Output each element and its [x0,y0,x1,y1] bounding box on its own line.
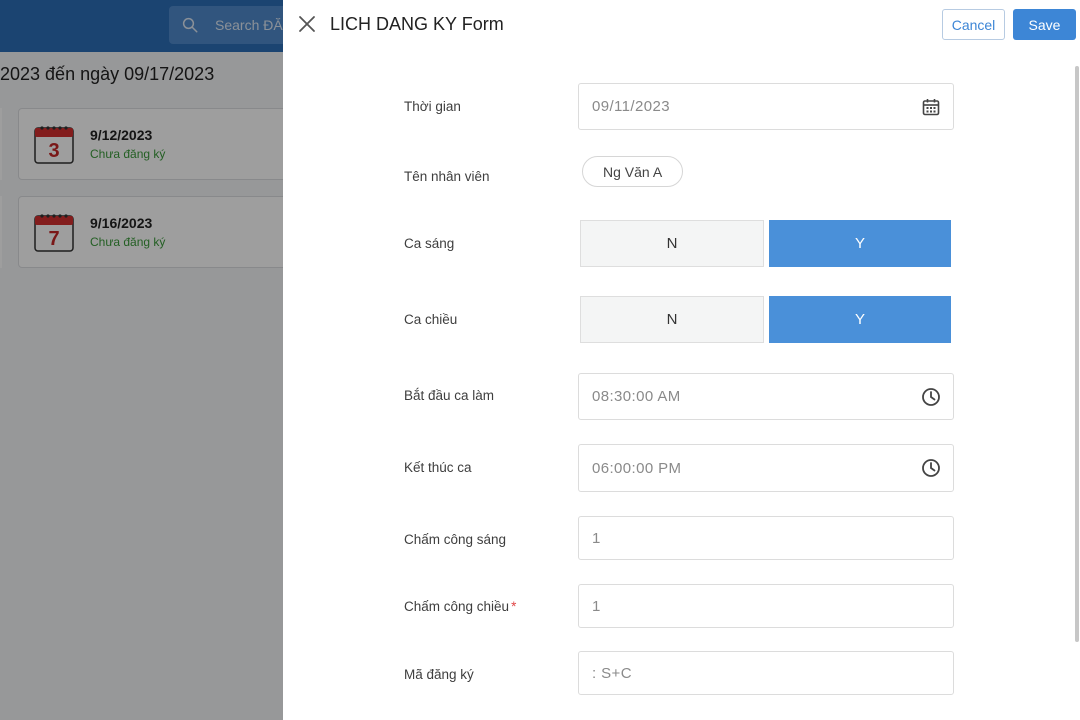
calendar-icon[interactable] [921,97,941,117]
thoi-gian-label: Thời gian [404,99,461,114]
ca-chieu-option-n[interactable]: N [580,296,764,343]
ca-chieu-label: Ca chiều [404,312,458,327]
bat-dau-ca-lam-label: Bắt đầu ca làm [404,388,495,403]
drawer-header: LICH DANG KY Form Cancel Save [283,0,1080,50]
form-title: LICH DANG KY Form [330,14,504,34]
cham-cong-chieu-input[interactable]: 1 [578,584,954,628]
ma-dang-ky-value: : S+C [592,664,632,682]
cancel-button[interactable]: Cancel [942,9,1005,40]
form-drawer: LICH DANG KY Form Cancel Save Thời gian … [283,0,1080,720]
cham-cong-chieu-label-text: Chấm công chiều [404,599,510,614]
ca-sang-label: Ca sáng [404,236,455,251]
close-icon[interactable] [296,13,318,35]
scrollbar[interactable] [1075,66,1079,642]
start-time-input[interactable]: 08:30:00 AM [578,373,954,420]
cham-cong-sang-input[interactable]: 1 [578,516,954,560]
cham-cong-sang-label: Chấm công sáng [404,532,507,547]
ca-sang-option-y[interactable]: Y [769,220,951,267]
save-button[interactable]: Save [1013,9,1076,40]
cham-cong-chieu-value: 1 [592,597,601,615]
thoi-gian-value: 09/11/2023 [592,98,670,115]
employee-chip[interactable]: Ng Văn A [582,156,684,187]
ma-dang-ky-input[interactable]: : S+C [578,651,954,695]
end-time-input[interactable]: 06:00:00 PM [578,444,954,492]
required-mark: * [511,599,517,614]
end-time-value: 06:00:00 PM [592,459,682,477]
cham-cong-chieu-label: Chấm công chiều * [404,599,516,614]
ca-sang-option-n[interactable]: N [580,220,764,267]
ca-chieu-option-y[interactable]: Y [769,296,951,343]
clock-icon[interactable] [921,387,941,407]
start-time-value: 08:30:00 AM [592,388,681,405]
thoi-gian-date-input[interactable]: 09/11/2023 [578,83,954,130]
ten-nhan-vien-label: Tên nhân viên [404,169,490,184]
clock-icon[interactable] [921,458,941,478]
cham-cong-sang-value: 1 [592,529,601,547]
ma-dang-ky-label: Mã đăng ký [404,667,474,682]
ket-thuc-ca-label: Kết thúc ca [404,460,472,475]
